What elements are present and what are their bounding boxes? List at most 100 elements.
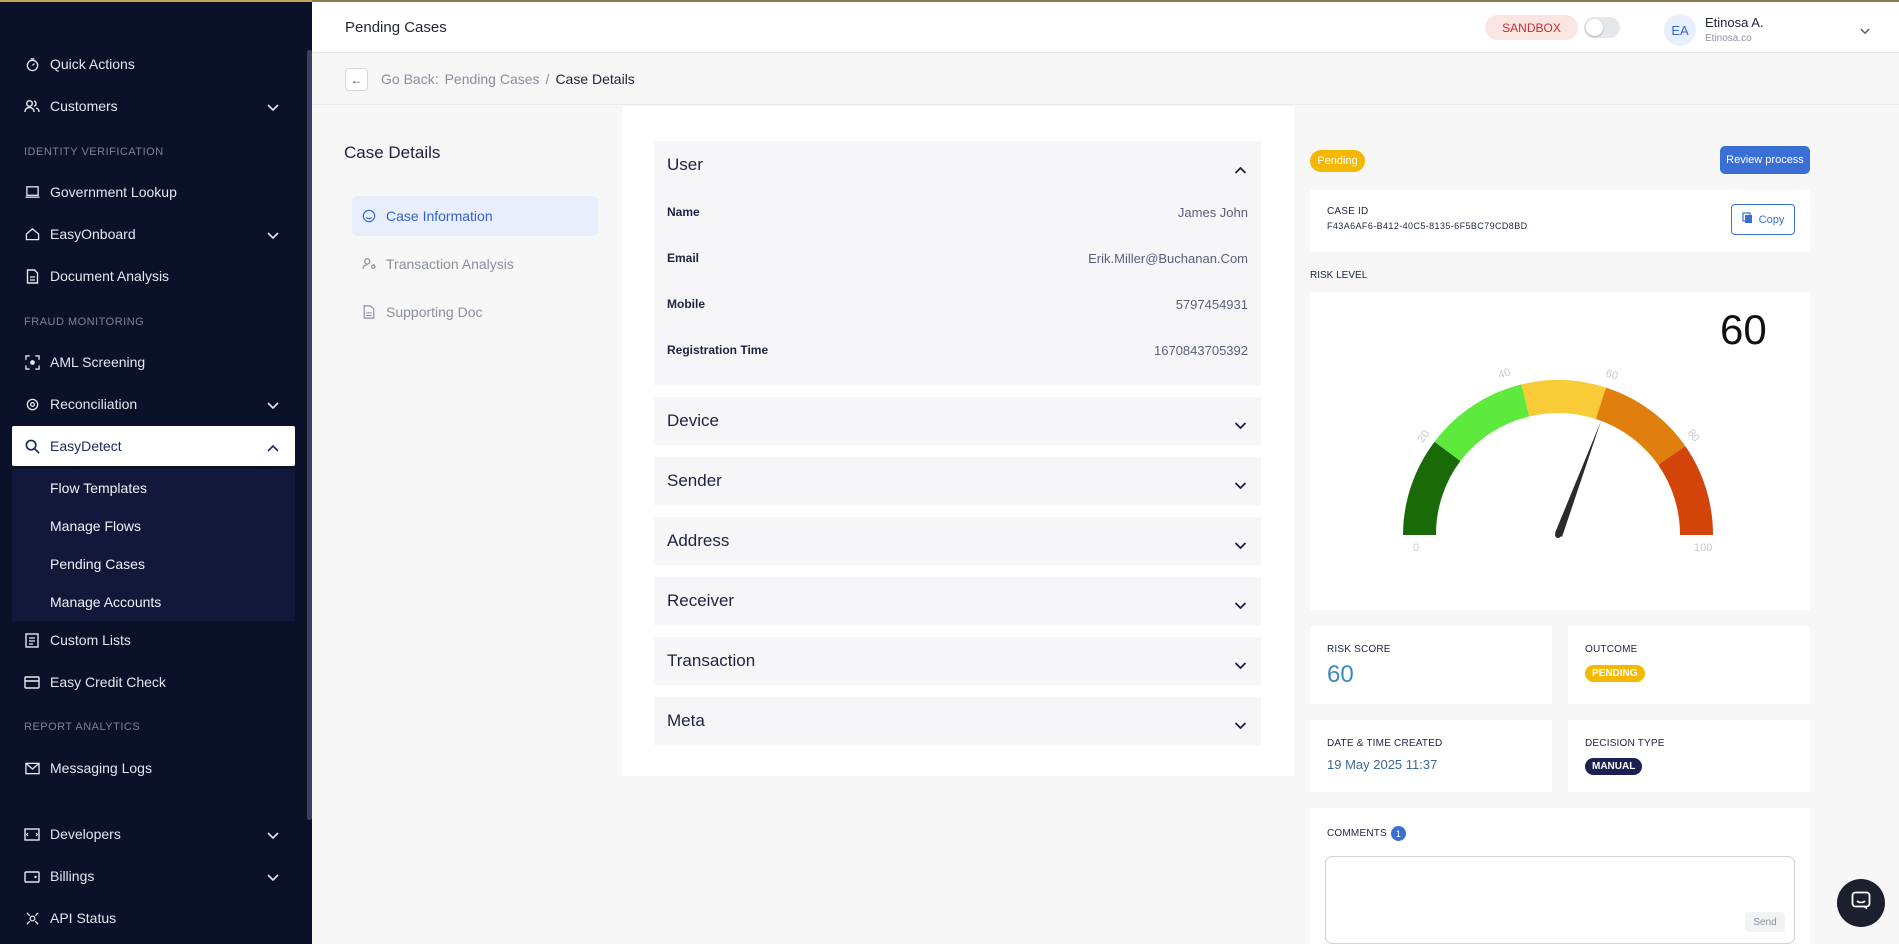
back-button[interactable]: ← bbox=[345, 68, 368, 91]
accordion-transaction[interactable]: Transaction bbox=[654, 637, 1261, 685]
field-value: James John bbox=[1177, 204, 1248, 220]
sidebar-item-easydetect[interactable]: EasyDetect bbox=[12, 426, 295, 466]
chevron-down-icon bbox=[267, 227, 279, 243]
top-bar: Pending Cases SANDBOX EA Etinosa A. Etin… bbox=[312, 0, 1899, 53]
copy-button[interactable]: Copy bbox=[1731, 204, 1795, 235]
sandbox-badge: SANDBOX bbox=[1485, 15, 1578, 40]
sidebar-item-label: EasyOnboard bbox=[50, 226, 136, 242]
accordion-title: User bbox=[667, 155, 703, 174]
date-created-value: 19 May 2025 11:37 bbox=[1327, 757, 1438, 772]
gauge-tick-0: 0 bbox=[1413, 542, 1419, 554]
tab-case-information[interactable]: Case Information bbox=[352, 196, 598, 236]
sidebar-item-messaging-logs[interactable]: Messaging Logs bbox=[12, 748, 295, 788]
breadcrumb-separator: / bbox=[545, 71, 550, 87]
tab-transaction-analysis[interactable]: Transaction Analysis bbox=[352, 244, 598, 284]
review-process-button[interactable]: Review process bbox=[1720, 146, 1810, 174]
accordion-title: Sender bbox=[667, 471, 722, 490]
accordion-meta[interactable]: Meta bbox=[654, 697, 1261, 745]
sidebar-item-quick-actions[interactable]: Quick Actions bbox=[12, 44, 295, 84]
user-name[interactable]: Etinosa A. bbox=[1705, 15, 1764, 30]
tab-label: Supporting Doc bbox=[386, 304, 483, 320]
sidebar-item-label: Billings bbox=[50, 868, 95, 884]
sidebar-subitem-pending-cases[interactable]: Pending Cases bbox=[12, 545, 295, 583]
comment-input[interactable] bbox=[1325, 856, 1795, 944]
field-label: Name bbox=[667, 205, 700, 219]
accordion-title: Transaction bbox=[667, 651, 756, 670]
credit-card-icon bbox=[24, 674, 40, 690]
accordion-receiver[interactable]: Receiver bbox=[654, 577, 1261, 625]
sidebar-item-label: Custom Lists bbox=[50, 632, 131, 648]
sidebar-item-easyonboard[interactable]: EasyOnboard bbox=[12, 214, 295, 254]
accordion-sender[interactable]: Sender bbox=[654, 457, 1261, 505]
chevron-down-icon[interactable] bbox=[1234, 415, 1247, 435]
sidebar-subitem-manage-flows[interactable]: Manage Flows bbox=[12, 507, 295, 545]
list-icon bbox=[24, 632, 40, 648]
avatar[interactable]: EA bbox=[1664, 14, 1696, 46]
sidebar-subitem-manage-accounts[interactable]: Manage Accounts bbox=[12, 583, 295, 621]
sidebar-item-label: API Status bbox=[50, 910, 117, 926]
gauge-segment-very-low bbox=[1403, 441, 1461, 535]
sidebar-item-label: Quick Actions bbox=[50, 56, 135, 72]
settings-icon bbox=[24, 396, 40, 412]
sidebar-subitem-flow-templates[interactable]: Flow Templates bbox=[12, 469, 295, 507]
status-pill: Pending bbox=[1310, 150, 1365, 172]
sidebar-item-billings[interactable]: Billings bbox=[12, 856, 295, 896]
stopwatch-icon bbox=[24, 56, 40, 72]
chevron-down-icon bbox=[267, 827, 279, 843]
gauge-tick-100: 100 bbox=[1694, 542, 1712, 554]
section-identity-verification: IDENTITY VERIFICATION bbox=[24, 146, 164, 158]
gauge-segment-low bbox=[1434, 384, 1530, 461]
sidebar-item-reconciliation[interactable]: Reconciliation bbox=[12, 384, 295, 424]
breadcrumb: ← Go Back: Pending Cases / Case Details bbox=[312, 53, 1899, 105]
sidebar-item-document-analysis[interactable]: Document Analysis bbox=[12, 256, 295, 296]
user-row-registration-time: Registration Time 1670843705392 bbox=[654, 327, 1261, 373]
users-icon bbox=[24, 98, 40, 114]
gauge-segment-high bbox=[1595, 387, 1686, 465]
tab-supporting-doc[interactable]: Supporting Doc bbox=[352, 292, 598, 332]
chevron-up-icon[interactable] bbox=[1234, 159, 1247, 179]
gauge-segment-medium bbox=[1521, 380, 1606, 419]
field-label: Registration Time bbox=[667, 343, 769, 357]
sidebar-item-label: Government Lookup bbox=[50, 184, 177, 200]
sidebar-item-label: Customers bbox=[50, 98, 118, 114]
comments-count-badge: 1 bbox=[1390, 826, 1406, 841]
chevron-down-icon[interactable] bbox=[1234, 475, 1247, 495]
sidebar-item-custom-lists[interactable]: Custom Lists bbox=[12, 620, 295, 660]
gauge-segment-very-high bbox=[1658, 446, 1714, 535]
decision-type-label: DECISION TYPE bbox=[1585, 738, 1665, 749]
accordion-address[interactable]: Address bbox=[654, 517, 1261, 565]
smile-icon bbox=[362, 209, 376, 223]
comments-label: COMMENTS bbox=[1327, 828, 1387, 840]
code-icon bbox=[24, 826, 40, 842]
sidebar: Quick Actions Customers IDENTITY VERIFIC… bbox=[0, 0, 312, 944]
user-row-email: Email Erik.Miller@Buchanan.Com bbox=[654, 235, 1261, 281]
chevron-down-icon[interactable] bbox=[1234, 595, 1247, 615]
sidebar-item-customers[interactable]: Customers bbox=[12, 86, 295, 126]
sidebar-item-developers[interactable]: Developers bbox=[12, 814, 295, 854]
sidebar-scrollbar[interactable] bbox=[307, 50, 312, 820]
gauge-tick-20: 20 bbox=[1415, 428, 1432, 445]
send-button[interactable]: Send bbox=[1745, 912, 1785, 932]
breadcrumb-link-pending-cases[interactable]: Pending Cases bbox=[445, 71, 540, 87]
accordion-header-user[interactable]: User bbox=[654, 141, 1261, 189]
sidebar-item-api-status[interactable]: API Status bbox=[12, 898, 295, 938]
gauge-needle bbox=[1555, 421, 1601, 537]
sandbox-toggle[interactable] bbox=[1584, 17, 1620, 38]
risk-score-value: 60 bbox=[1327, 661, 1354, 688]
copy-icon bbox=[1742, 212, 1753, 227]
chat-launcher[interactable] bbox=[1837, 879, 1885, 927]
accordion-device[interactable]: Device bbox=[654, 397, 1261, 445]
chevron-down-icon[interactable] bbox=[1234, 535, 1247, 555]
outcome-card: OUTCOME PENDING bbox=[1568, 626, 1810, 704]
breadcrumb-trail: Go Back: Pending Cases / Case Details bbox=[381, 71, 635, 87]
sidebar-item-easy-credit-check[interactable]: Easy Credit Check bbox=[12, 662, 295, 702]
chevron-down-icon[interactable] bbox=[1234, 655, 1247, 675]
chevron-down-icon bbox=[267, 397, 279, 413]
sidebar-item-government-lookup[interactable]: Government Lookup bbox=[12, 172, 295, 212]
chevron-down-icon[interactable] bbox=[1860, 22, 1870, 40]
chevron-down-icon[interactable] bbox=[1234, 715, 1247, 735]
sidebar-item-aml-screening[interactable]: AML Screening bbox=[12, 342, 295, 382]
user-row-mobile: Mobile 5797454931 bbox=[654, 281, 1261, 327]
case-id-label: CASE ID bbox=[1327, 206, 1369, 217]
accordion-title: Address bbox=[667, 531, 730, 550]
